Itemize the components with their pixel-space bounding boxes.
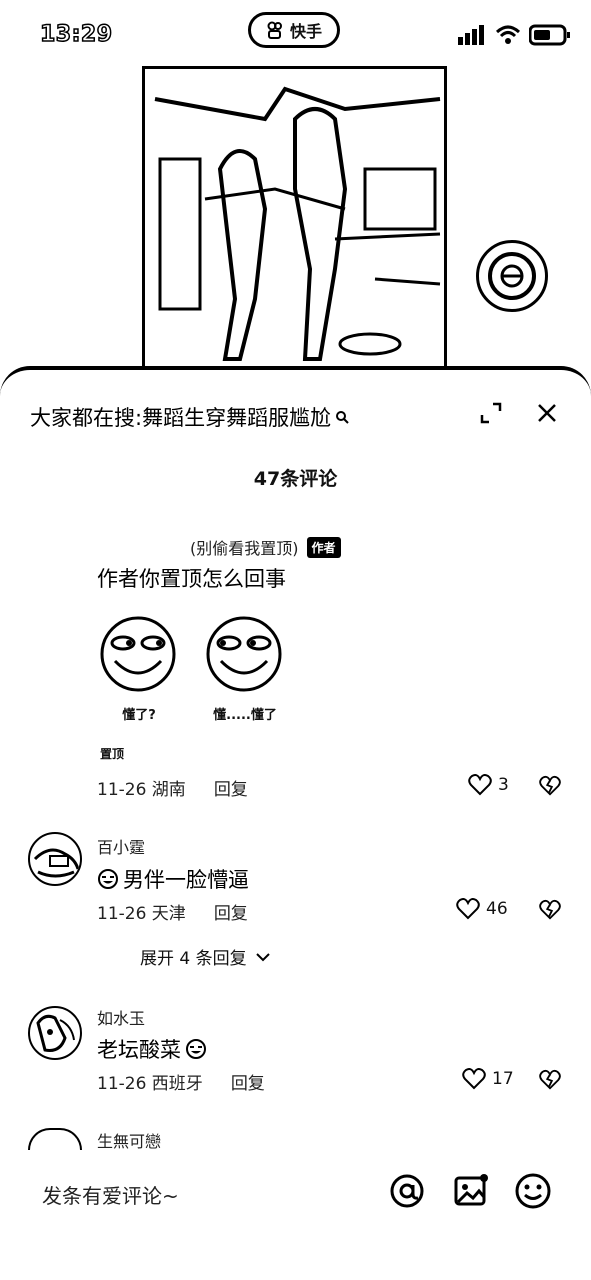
- reply-button[interactable]: 回复: [231, 1069, 265, 1094]
- comment-text: 男伴一脸懵逼: [97, 864, 249, 894]
- comment-meta: 11-26 天津 回复: [97, 899, 248, 924]
- like-button[interactable]: 17: [462, 1068, 514, 1090]
- like-count: 46: [486, 899, 508, 919]
- sticker-face-1[interactable]: [99, 615, 177, 693]
- avatar-image: [33, 848, 80, 878]
- wifi-icon: [495, 25, 521, 44]
- expand-replies-button[interactable]: 展开 4 条回复: [140, 944, 271, 969]
- username[interactable]: 生無可戀: [97, 1128, 161, 1152]
- pinned-comment-meta: 11-26 湖南 回复: [97, 775, 248, 800]
- app-label: 快手: [289, 22, 322, 41]
- search-icon: [336, 411, 349, 424]
- laughing-emoji-icon: [98, 869, 118, 889]
- reply-button[interactable]: 回复: [214, 899, 248, 924]
- username: (别偷看我置顶): [190, 539, 299, 558]
- dancers-video-frame: [145, 69, 444, 371]
- sticker-caption-1: 懂了?: [122, 708, 156, 723]
- pinned-comment-username[interactable]: (别偷看我置顶) 作者: [190, 535, 341, 559]
- heart-icon: [468, 774, 492, 796]
- avatar[interactable]: [28, 832, 82, 886]
- username[interactable]: 百小霆: [97, 834, 145, 858]
- cellular-signal-icon: [458, 25, 484, 45]
- like-count: 17: [492, 1069, 514, 1089]
- avatar-image: [36, 1014, 75, 1052]
- heart-icon: [456, 898, 480, 920]
- close-icon[interactable]: [535, 401, 559, 425]
- comment-body: 男伴一脸懵逼: [123, 868, 249, 892]
- like-button[interactable]: 3: [468, 774, 509, 796]
- status-icons: [457, 24, 571, 46]
- kuaishou-logo-icon: [267, 21, 282, 39]
- mention-icon[interactable]: [388, 1172, 426, 1210]
- username[interactable]: 如水玉: [97, 1005, 145, 1029]
- broken-heart-icon[interactable]: [539, 899, 561, 921]
- comment-count: 47条评论: [253, 468, 338, 490]
- video-player[interactable]: [142, 66, 447, 374]
- trending-search-link[interactable]: 大家都在搜:舞蹈生穿舞蹈服尴尬: [30, 402, 349, 432]
- date-location: 11-26 天津: [97, 904, 186, 924]
- expand-replies-label: 展开 4 条回复: [140, 949, 247, 969]
- emoji-icon[interactable]: [514, 1172, 552, 1210]
- trending-search-text: 大家都在搜:舞蹈生穿舞蹈服尴尬: [30, 406, 332, 430]
- comment-meta: 11-26 西班牙 回复: [97, 1069, 265, 1094]
- date-location: 11-26 湖南: [97, 780, 186, 800]
- date-location: 11-26 西班牙: [97, 1074, 203, 1094]
- broken-heart-icon[interactable]: [539, 775, 561, 797]
- comment-input[interactable]: 发条有爱评论~: [42, 1180, 179, 1209]
- heart-icon: [462, 1068, 486, 1090]
- pinned-comment-text: 作者你置顶怎么回事: [97, 567, 286, 591]
- sticker-caption-2: 懂.....懂了: [213, 708, 277, 723]
- comment-sheet: [0, 366, 591, 1280]
- broken-heart-icon[interactable]: [539, 1069, 561, 1091]
- avatar[interactable]: [28, 1006, 82, 1060]
- author-badge: 作者: [306, 536, 341, 558]
- music-disc-button[interactable]: [476, 240, 548, 312]
- pinned-label: 置顶: [100, 747, 125, 761]
- like-button[interactable]: 46: [456, 898, 508, 920]
- music-disc-icon: [488, 252, 536, 300]
- comment-text: 老坛酸菜: [97, 1034, 207, 1064]
- laughing-emoji-icon: [186, 1039, 206, 1059]
- comment-body: 老坛酸菜: [97, 1038, 181, 1062]
- image-icon[interactable]: [452, 1172, 490, 1210]
- status-time: 13:29: [39, 21, 113, 48]
- reply-button[interactable]: 回复: [214, 775, 248, 800]
- battery-icon: [529, 24, 570, 46]
- sticker-face-2[interactable]: [205, 615, 283, 693]
- like-count: 3: [498, 775, 509, 795]
- expand-icon[interactable]: [479, 401, 503, 425]
- kuaishou-app-pill[interactable]: 快手: [248, 12, 340, 48]
- chevron-down-icon: [255, 952, 270, 961]
